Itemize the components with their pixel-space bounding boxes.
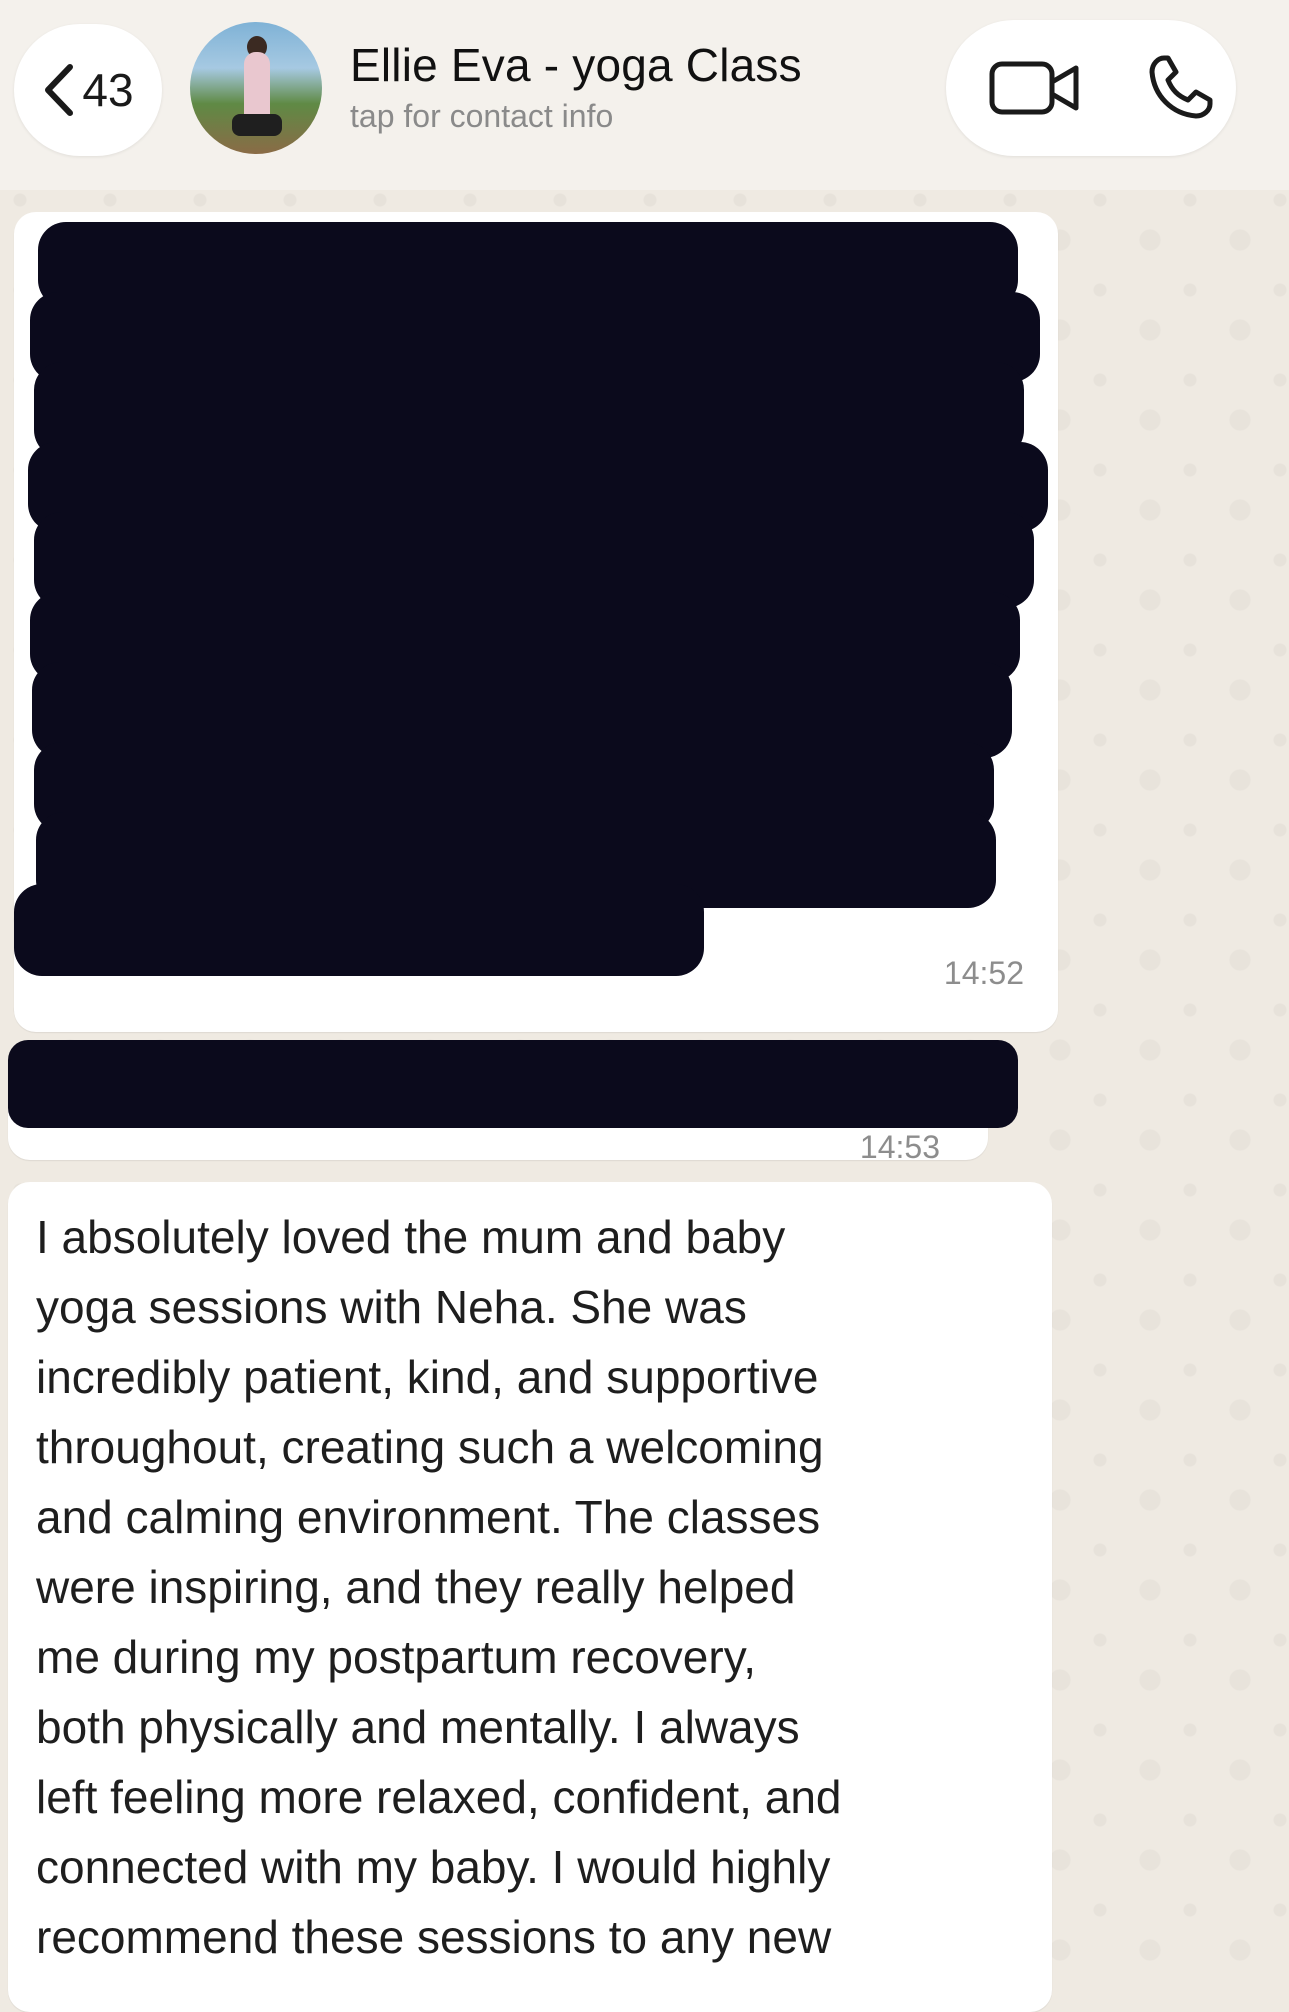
message-time: 14:52 (943, 955, 1024, 991)
redaction-scribble (8, 1040, 1018, 1128)
unread-count: 43 (82, 64, 134, 116)
message-text: I absolutely loved the mum and baby yoga… (36, 1211, 842, 1963)
message-bubble[interactable]: I absolutely loved the mum and baby yoga… (8, 1182, 1052, 2012)
call-actions (946, 20, 1236, 156)
chevron-left-icon (42, 63, 76, 117)
avatar-legs (232, 114, 282, 136)
message-time: 14:53 (859, 1129, 940, 1165)
contact-info[interactable]: Ellie Eva - yoga Class tap for contact i… (350, 38, 802, 135)
back-button[interactable]: 43 (14, 24, 162, 156)
contact-name: Ellie Eva - yoga Class (350, 39, 802, 91)
contact-subtitle: tap for contact info (350, 98, 614, 134)
message-bubble-redacted[interactable]: 14:52 (14, 212, 1058, 1032)
video-camera-icon (989, 61, 1079, 115)
contact-avatar[interactable] (190, 22, 322, 154)
phone-icon (1149, 55, 1213, 119)
message-bubble-redacted[interactable]: 14:53 (8, 1040, 1018, 1165)
voice-call-button[interactable] (1146, 52, 1216, 122)
chat-header: 43 Ellie Eva - yoga Class tap for contac… (0, 0, 1289, 190)
video-call-button[interactable] (988, 58, 1084, 118)
avatar-figure (244, 52, 270, 122)
